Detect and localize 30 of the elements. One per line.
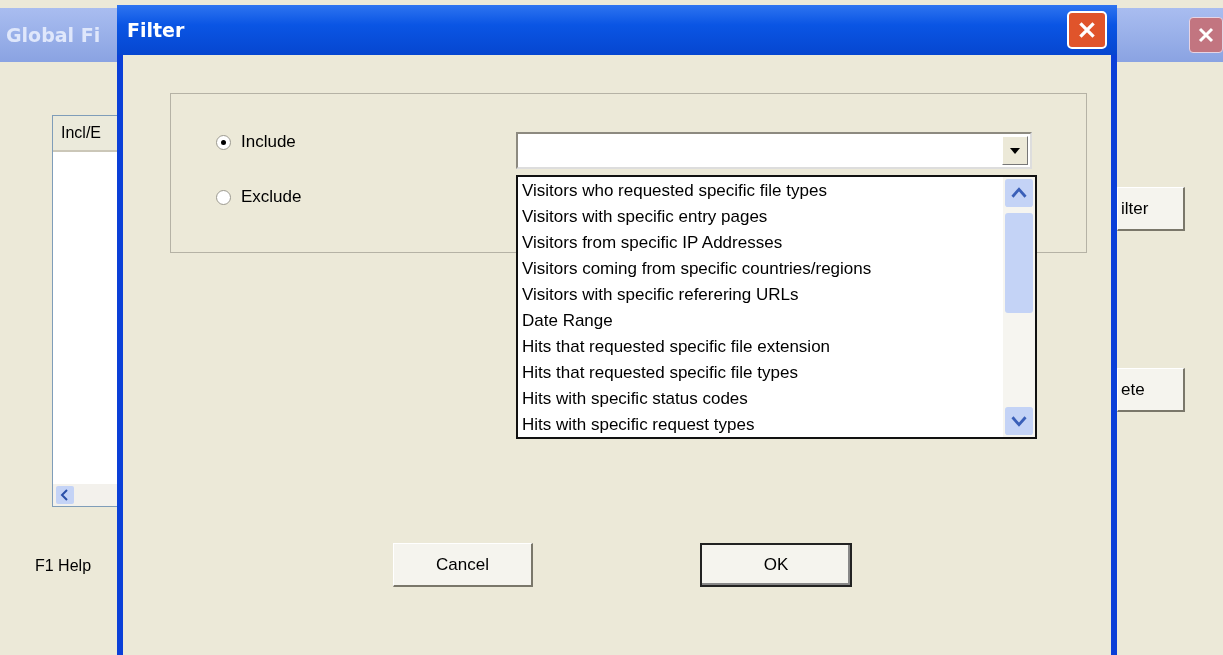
close-button[interactable] xyxy=(1189,17,1223,53)
list-item[interactable]: Visitors with specific referering URLs xyxy=(522,282,999,308)
list-item[interactable]: Visitors with specific entry pages xyxy=(522,204,999,230)
window-title: Filter xyxy=(127,19,185,41)
list-item[interactable]: Visitors from specific IP Addresses xyxy=(522,230,999,256)
scroll-down-icon[interactable] xyxy=(1005,407,1033,435)
scroll-up-icon[interactable] xyxy=(1005,179,1033,207)
button[interactable]: OK xyxy=(700,543,852,587)
scroll-thumb[interactable] xyxy=(1005,213,1033,313)
list-item[interactable]: Visitors who requested specific file types xyxy=(522,178,999,204)
button[interactable]: ilter xyxy=(1117,187,1185,231)
caret-icon xyxy=(1010,147,1020,154)
scroll-left-icon[interactable] xyxy=(56,486,74,504)
list-item[interactable]: Hits that requested specific file extension xyxy=(522,334,999,360)
list-item[interactable]: Hits with specific status codes xyxy=(522,386,999,412)
dropdown-field[interactable] xyxy=(516,132,1032,169)
button[interactable]: Cancel xyxy=(393,543,533,587)
close-icon xyxy=(1076,19,1098,41)
list-item[interactable]: Hits with specific request types xyxy=(522,412,999,438)
button[interactable]: ete xyxy=(1117,368,1185,412)
window-title: Global Fi xyxy=(6,24,101,46)
scroll-bar[interactable] xyxy=(1003,177,1035,437)
list-item[interactable]: Visitors coming from specific countries/regions xyxy=(522,256,999,282)
list-item[interactable]: Date Range xyxy=(522,308,999,334)
dropdown-button[interactable] xyxy=(1002,136,1028,165)
radio-option[interactable]: Exclude xyxy=(216,187,516,207)
list-item[interactable]: Hits that requested specific file types xyxy=(522,360,999,386)
close-icon xyxy=(1196,25,1216,45)
radio-option[interactable]: Include xyxy=(216,132,516,152)
help-text: F1 Help xyxy=(35,557,93,575)
